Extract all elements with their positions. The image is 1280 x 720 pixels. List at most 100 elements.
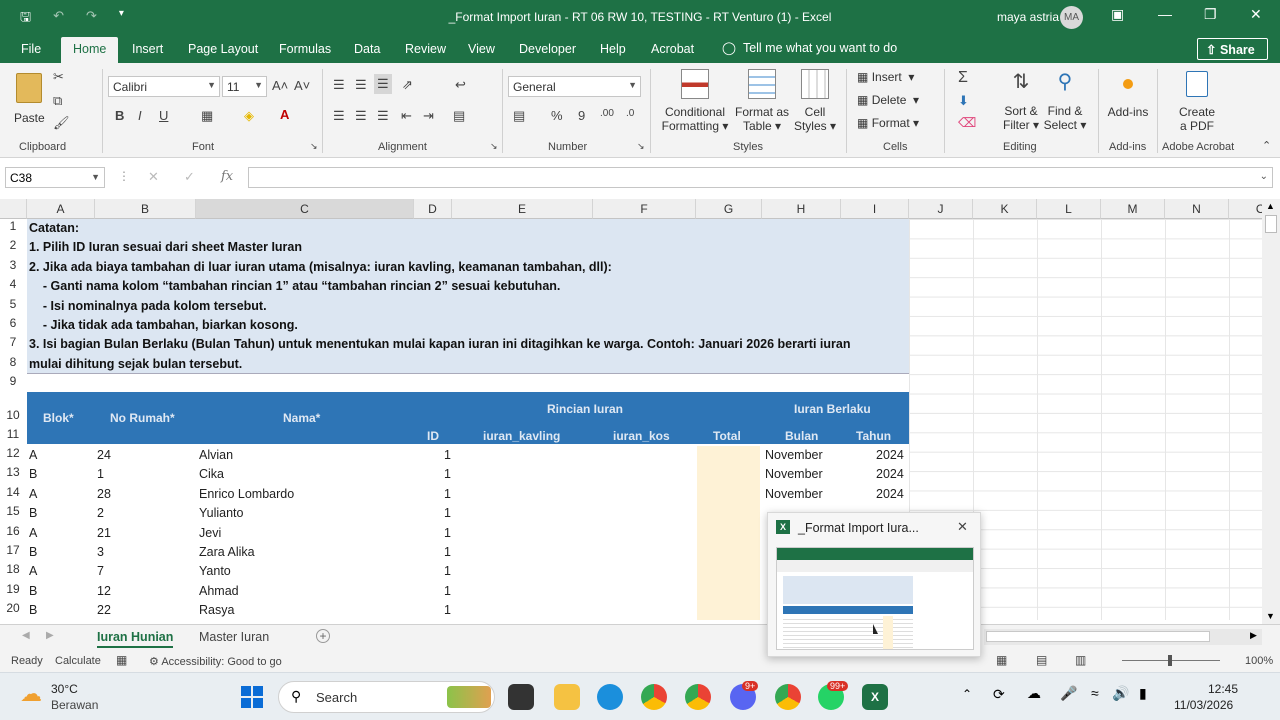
row-header[interactable]: 7	[0, 335, 26, 354]
tab-data[interactable]: Data	[354, 42, 380, 56]
shrink-font-icon[interactable]: A˅	[294, 78, 310, 93]
weather-icon[interactable]: ☁	[20, 681, 42, 707]
cloud-icon[interactable]: ☁	[1027, 685, 1041, 702]
sort-filter-button[interactable]: ⇅ Sort & Filter ▾	[998, 67, 1044, 137]
row-header[interactable]: 2	[0, 238, 26, 257]
hscroll-thumb[interactable]	[986, 631, 1210, 642]
file-explorer-icon[interactable]	[554, 684, 580, 710]
top-align-icon[interactable]: ☰	[333, 77, 345, 93]
column-header[interactable]: C	[196, 199, 414, 219]
bottom-align-icon[interactable]: ☰	[374, 74, 392, 94]
row-header[interactable]: 13	[0, 465, 26, 484]
notes-block[interactable]: Catatan: 1. Pilih ID Iuran sesuai dari s…	[27, 219, 909, 374]
bold-icon[interactable]: B	[115, 108, 124, 123]
weather-temp[interactable]: 30°C	[51, 682, 78, 696]
decrease-decimal-icon[interactable]: .0	[626, 108, 634, 119]
find-select-button[interactable]: ⚲ Find & Select ▾	[1042, 67, 1088, 137]
page-layout-view-icon[interactable]: ▤	[1036, 653, 1047, 667]
row-header[interactable]: 11	[0, 427, 26, 446]
weather-desc[interactable]: Berawan	[51, 698, 98, 712]
name-box[interactable]: C38 ▼	[5, 167, 105, 188]
row-header[interactable]: 20	[0, 601, 26, 620]
conditional-formatting-button[interactable]: Conditional Formatting ▾	[657, 67, 733, 137]
tab-home[interactable]: Home	[61, 37, 119, 63]
add-sheet-icon[interactable]: +	[316, 629, 330, 643]
font-size-combo[interactable]: 11 ▼	[222, 76, 267, 97]
chrome-icon[interactable]	[641, 684, 667, 710]
tab-insert[interactable]: Insert	[132, 42, 163, 56]
tab-file[interactable]: File	[21, 42, 41, 56]
zoom-slider[interactable]	[1122, 655, 1220, 666]
cut-icon[interactable]: ✂	[53, 69, 64, 85]
tab-help[interactable]: Help	[600, 42, 626, 56]
orientation-icon[interactable]: ⇗	[402, 77, 413, 93]
table-row[interactable]: A 28 Enrico Lombardo 1 November 2024	[27, 485, 909, 504]
start-button[interactable]	[241, 686, 263, 708]
column-header[interactable]: I	[841, 199, 909, 219]
underline-icon[interactable]: U	[159, 108, 168, 123]
window-thumbnail[interactable]	[776, 547, 974, 650]
decrease-indent-icon[interactable]: ⇤	[401, 108, 412, 124]
copy-icon[interactable]: ⧉	[53, 93, 62, 109]
column-header[interactable]: K	[973, 199, 1037, 219]
edge-icon[interactable]	[597, 684, 623, 710]
page-break-view-icon[interactable]: ▥	[1075, 653, 1086, 667]
column-header[interactable]: O	[1229, 199, 1262, 219]
column-header[interactable]: B	[95, 199, 196, 219]
column-header[interactable]: H	[762, 199, 841, 219]
tab-formulas[interactable]: Formulas	[279, 42, 331, 56]
next-sheet-icon[interactable]: ▶	[46, 630, 54, 641]
row-header[interactable]: 5	[0, 297, 26, 316]
macro-record-icon[interactable]: ▦	[116, 653, 127, 667]
align-center-icon[interactable]: ☰	[355, 108, 367, 124]
row-header[interactable]: 12	[0, 446, 26, 465]
table-row[interactable]: B 1 Cika 1 November 2024	[27, 465, 909, 484]
percent-icon[interactable]: %	[551, 108, 563, 123]
tab-page-layout[interactable]: Page Layout	[188, 42, 258, 56]
fill-icon[interactable]: ⬇	[958, 93, 969, 109]
row-header[interactable]: 15	[0, 504, 26, 523]
row-header[interactable]: 6	[0, 316, 26, 335]
prev-sheet-icon[interactable]: ◀	[22, 630, 30, 641]
scroll-up-icon[interactable]: ▲	[1266, 201, 1275, 211]
cancel-icon[interactable]: ✕	[148, 169, 159, 185]
tab-developer[interactable]: Developer	[519, 42, 576, 56]
tell-me-search[interactable]: ◯ Tell me what you want to do	[722, 40, 897, 55]
minimize-icon[interactable]: —	[1158, 6, 1172, 22]
row-header[interactable]: 16	[0, 524, 26, 543]
row-header[interactable]: 8	[0, 355, 26, 374]
row-header[interactable]: 4	[0, 277, 26, 296]
clock-time[interactable]: 12:45	[1208, 682, 1238, 696]
status-calculate[interactable]: Calculate	[55, 655, 101, 667]
sheet-tab-master-iuran[interactable]: Master Iuran	[199, 630, 269, 644]
insert-cells-button[interactable]: ▦ Insert ▾	[857, 70, 914, 84]
chrome-alt-icon[interactable]	[775, 684, 801, 710]
dialog-launcher-icon[interactable]: ↘	[310, 141, 318, 152]
restore-icon[interactable]: ❐	[1204, 6, 1217, 23]
share-button[interactable]: ⇧ Share	[1197, 38, 1268, 60]
enter-icon[interactable]: ✓	[184, 169, 195, 185]
sync-icon[interactable]: ⟳	[993, 686, 1005, 703]
dialog-launcher-icon[interactable]: ↘	[637, 141, 645, 152]
vertical-scrollbar[interactable]: ▲ ▼	[1262, 199, 1280, 624]
wifi-icon[interactable]: ≈	[1091, 685, 1099, 701]
paste-button[interactable]: Paste	[12, 69, 46, 133]
close-icon[interactable]: ✕	[957, 519, 968, 535]
volume-icon[interactable]: 🔊	[1112, 685, 1129, 702]
format-painter-icon[interactable]: 🖌	[53, 115, 70, 131]
task-view-icon[interactable]	[508, 684, 534, 710]
number-format-combo[interactable]: General ▼	[508, 76, 641, 97]
tab-acrobat[interactable]: Acrobat	[651, 42, 694, 56]
table-row[interactable]: A 24 Alvian 1 November 2024	[27, 446, 909, 465]
row-header[interactable]: 9	[0, 374, 26, 393]
accessibility-status[interactable]: ⚙ Accessibility: Good to go	[149, 655, 282, 668]
addins-button[interactable]: Add-ins	[1105, 67, 1151, 127]
cell-styles-button[interactable]: Cell Styles ▾	[791, 67, 839, 137]
fill-color-icon[interactable]: ◈	[244, 108, 254, 124]
ribbon-display-icon[interactable]: ▣	[1111, 6, 1124, 23]
borders-icon[interactable]: ▦	[201, 108, 213, 124]
scroll-down-icon[interactable]: ▼	[1266, 611, 1275, 621]
column-header[interactable]: J	[909, 199, 973, 219]
italic-icon[interactable]: I	[138, 108, 142, 123]
worksheet-grid[interactable]: A B C D E F G H I J K L M N O 1 2 3 4 5 …	[0, 199, 1262, 620]
